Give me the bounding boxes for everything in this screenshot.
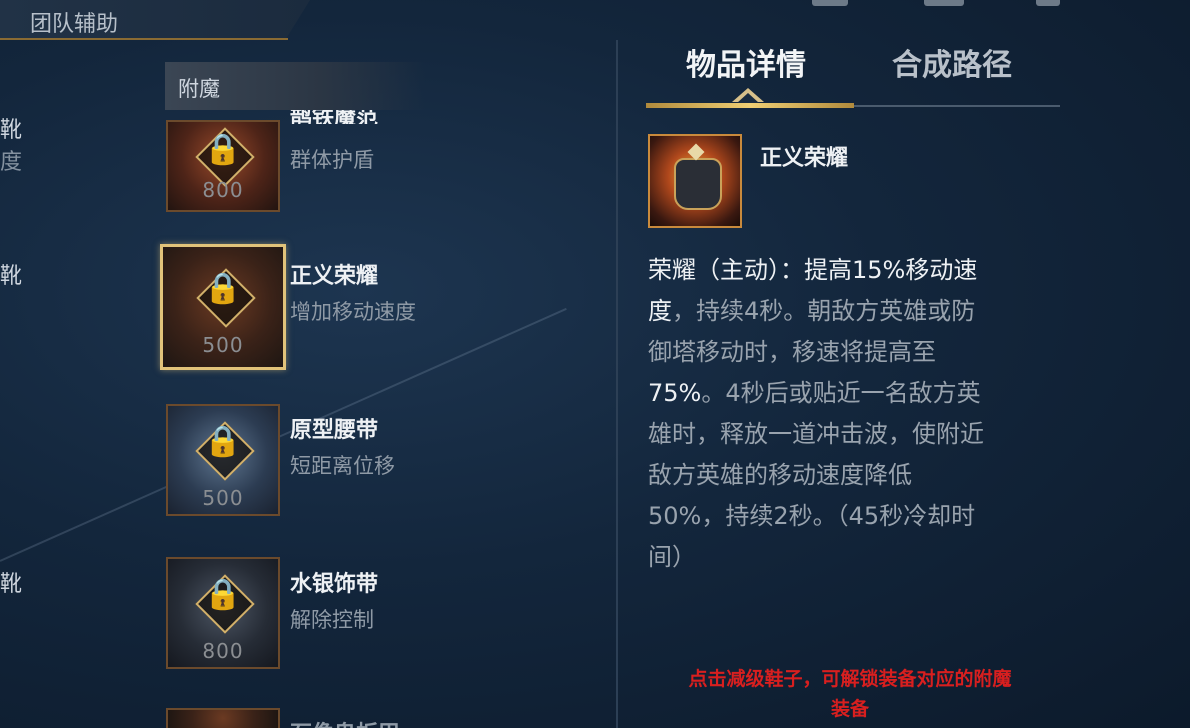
item-icon-mercury-sash[interactable]: 🔒 800	[166, 557, 280, 669]
item-price: 500	[202, 486, 244, 510]
detail-desc-line: 荣耀（主动）：提高15%移动速	[648, 256, 978, 284]
detail-desc-line: 御塔移动时，移速将提高至	[648, 338, 936, 366]
item-price: 500	[202, 333, 244, 357]
list-item-name: 正义荣耀	[290, 264, 379, 289]
list-item-desc: 短距离位移	[290, 454, 395, 478]
item-price: 800	[202, 178, 244, 202]
list-item-name-clipped: 石像鬼板甲	[290, 716, 400, 728]
detail-desc-line: 50%，持续2秒。（45秒冷却时	[648, 502, 976, 530]
tab-item-details[interactable]: 物品详情	[686, 40, 806, 84]
left-item-name-fragment: 靴	[0, 572, 23, 597]
category-tab-label: 团队辅助	[30, 12, 119, 37]
tab-craft-path[interactable]: 合成路径	[892, 40, 1012, 84]
left-item-name-fragment: 靴	[0, 118, 23, 143]
unlock-hint-line2: 装备	[830, 698, 869, 720]
item-icon-justice-glory[interactable]: 🔒 500	[160, 244, 286, 370]
tab-active-indicator	[646, 103, 854, 108]
list-item-name: 水银饰带	[290, 572, 379, 597]
list-item-desc: 解除控制	[290, 608, 374, 632]
panel-divider	[616, 40, 618, 728]
left-item-name-fragment: 靴	[0, 264, 23, 289]
item-price: 800	[202, 639, 244, 663]
helmet-icon	[674, 158, 722, 210]
list-item-desc: 增加移动速度	[290, 300, 416, 324]
left-item-desc-fragment: 度	[0, 150, 23, 175]
item-icon-group-shield[interactable]: 🔒 800	[166, 120, 280, 212]
item-icon-prototype-belt[interactable]: 🔒 500	[166, 404, 280, 516]
detail-desc-line: 敌方英雄的移动速度降低	[648, 461, 912, 489]
toolbar-icon-3[interactable]	[1036, 0, 1060, 6]
category-tab-border	[0, 38, 288, 40]
detail-desc-line: 度，持续4秒。朝敌方英雄或防	[648, 297, 976, 325]
list-item-name: 原型腰带	[290, 418, 379, 443]
list-item-name-clipped: 鹊铁魔范	[290, 110, 379, 124]
section-header-label: 附魔	[178, 77, 220, 101]
detail-desc-line: 75%。4秒后或贴近一名敌方英	[648, 379, 981, 407]
item-icon-partial[interactable]	[166, 708, 280, 728]
list-item-desc: 群体护盾	[290, 148, 374, 172]
detail-desc-line: 间）	[648, 543, 696, 571]
toolbar-icon-2[interactable]	[924, 0, 964, 6]
detail-desc-line: 雄时，释放一道冲击波，使附近	[648, 420, 984, 448]
unlock-hint-line1: 点击减级鞋子，可解锁装备对应的附魔	[688, 668, 1012, 690]
detail-item-icon	[648, 134, 742, 228]
toolbar-icon-1[interactable]	[812, 0, 848, 6]
detail-item-title: 正义荣耀	[760, 146, 849, 171]
